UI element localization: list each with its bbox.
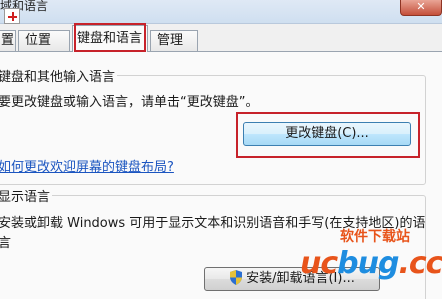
tab-location[interactable]: 位置 bbox=[18, 30, 70, 52]
watermark: 软件下载站 ucbug.cc bbox=[300, 222, 442, 282]
tab-keyboard-and-language[interactable]: 键盘和语言 bbox=[72, 25, 148, 52]
uac-shield-icon bbox=[230, 270, 243, 285]
display-language-title: 显示语言 bbox=[0, 186, 53, 205]
keyboard-description: 要更改键盘或输入语言，请单击“更改键盘”。 bbox=[0, 95, 259, 110]
tab-partial[interactable]: 置 bbox=[0, 30, 16, 52]
display-language-description-cont: 言 bbox=[0, 236, 12, 251]
tab-administrative[interactable]: 管理 bbox=[150, 30, 198, 52]
keyboard-group-title: 键盘和其他输入语言 bbox=[0, 66, 118, 85]
watermark-subtitle: 软件下载站 bbox=[340, 229, 410, 245]
title-bar: 域和语言 ✕ bbox=[0, 0, 442, 24]
close-button[interactable]: ✕ bbox=[400, 0, 442, 16]
welcome-screen-keyboard-link[interactable]: 如何更改欢迎屏幕的键盘布局? bbox=[0, 156, 174, 175]
watermark-logo: ucbug.cc bbox=[300, 246, 442, 281]
close-icon: ✕ bbox=[416, 0, 426, 13]
change-keyboard-button[interactable]: 更改键盘(C)... bbox=[243, 122, 411, 146]
add-icon bbox=[4, 8, 20, 24]
